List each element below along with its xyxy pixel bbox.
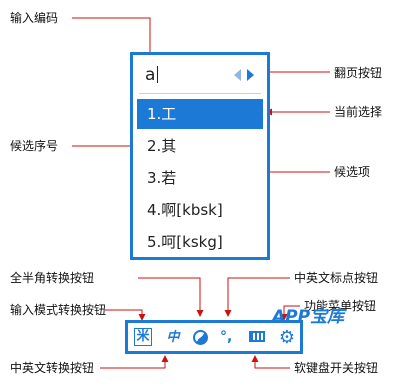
arrow-input-mode — [105, 309, 146, 321]
chinese-english-icon[interactable]: 中 — [162, 328, 184, 348]
label-candidate-item: 候选项 — [334, 165, 371, 179]
arrow-full-half — [138, 277, 204, 317]
arrow-soft-keyboard — [251, 355, 290, 369]
input-code-display: a — [145, 65, 159, 85]
input-mode-icon[interactable]: 米 — [134, 328, 152, 346]
label-page-button: 翻页按钮 — [334, 66, 383, 80]
punctuation-icon[interactable]: °, — [220, 328, 238, 348]
candidate-item-4[interactable]: 4.啊[kbsk] — [137, 195, 263, 225]
arrow-cn-en — [100, 355, 169, 369]
page-prev-icon[interactable] — [234, 69, 241, 81]
keyboard-icon[interactable] — [249, 331, 265, 342]
page-next-icon[interactable] — [247, 69, 254, 81]
input-code-text: a — [145, 65, 156, 85]
label-input-mode-toggle: 输入模式转换按钮 — [10, 303, 107, 317]
label-cn-en-punct: 中英文标点按钮 — [294, 271, 379, 285]
label-full-half-toggle: 全半角转换按钮 — [10, 271, 95, 285]
candidate-item-1[interactable]: 1.工 — [137, 99, 263, 129]
half-full-width-icon[interactable] — [193, 330, 208, 345]
divider — [139, 93, 261, 94]
candidate-item-2[interactable]: 2.其 — [137, 131, 263, 161]
label-input-code: 输入编码 — [10, 11, 59, 25]
watermark-logo: APP宝库 — [272, 307, 345, 327]
gear-icon[interactable]: ⚙ — [277, 328, 297, 348]
label-cn-en-toggle: 中英文转换按钮 — [10, 361, 95, 375]
label-current-choice: 当前选择 — [334, 105, 383, 119]
text-caret — [157, 66, 159, 83]
candidate-item-5[interactable]: 5.呵[kskg] — [137, 227, 263, 257]
label-soft-keyboard-toggle: 软键盘开关按钮 — [294, 361, 379, 375]
label-candidate-number: 候选序号 — [10, 139, 59, 153]
candidate-item-3[interactable]: 3.若 — [137, 163, 263, 193]
candidate-window: a 1.工 2.其 3.若 4.啊[kbsk] 5.呵[kskg] — [130, 52, 270, 260]
